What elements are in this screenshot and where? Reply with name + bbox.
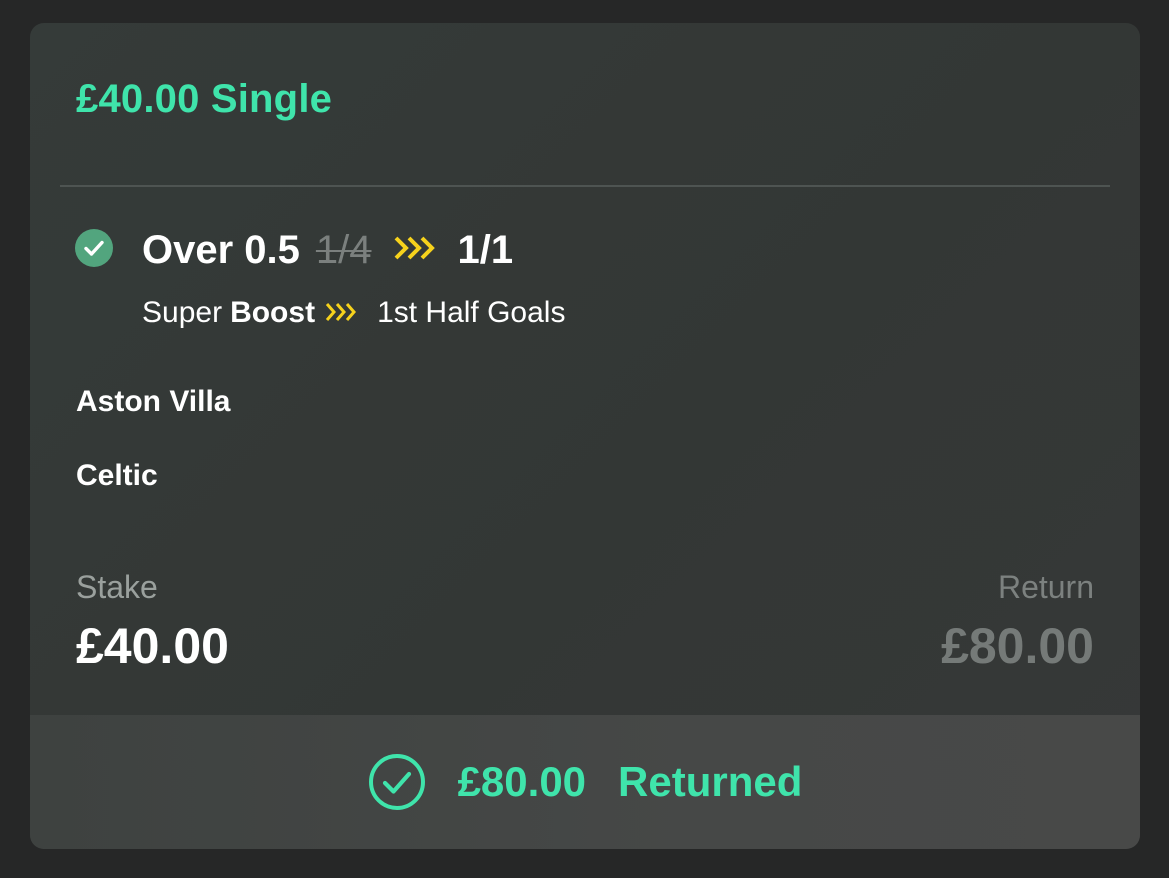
- new-odds: 1/1: [457, 227, 514, 272]
- boost-label: Boost: [230, 296, 316, 329]
- old-odds: 1/4: [315, 227, 372, 272]
- triple-chevron-icon: [325, 296, 359, 330]
- returned-amount: £80.00: [457, 758, 587, 805]
- selection-name: Over 0.5: [142, 227, 300, 272]
- triple-chevron-icon: [394, 235, 438, 266]
- market-name: 1st Half Goals: [377, 296, 566, 329]
- returned-footer: £80.00 Returned: [30, 715, 1140, 849]
- check-circle-icon: [75, 229, 113, 267]
- team-away: Celtic: [76, 459, 158, 492]
- divider: [60, 185, 1110, 187]
- boost-prefix: Super: [142, 296, 223, 329]
- stake-label: Stake: [76, 569, 158, 605]
- team-home: Aston Villa: [76, 385, 231, 418]
- check-outline-icon: [368, 753, 426, 811]
- bet-card: £40.00 Single Over 0.5 1/4 1/1 Super Boo…: [30, 23, 1140, 849]
- return-value: £80.00: [941, 618, 1094, 674]
- selection-row: Over 0.5 1/4 1/1: [142, 228, 513, 272]
- return-label: Return: [997, 569, 1094, 605]
- returned-status: Returned: [618, 758, 803, 805]
- boost-row: Super Boost 1st Half Goals: [142, 295, 565, 331]
- stake-value: £40.00: [76, 618, 229, 674]
- bet-title: £40.00 Single: [76, 77, 333, 121]
